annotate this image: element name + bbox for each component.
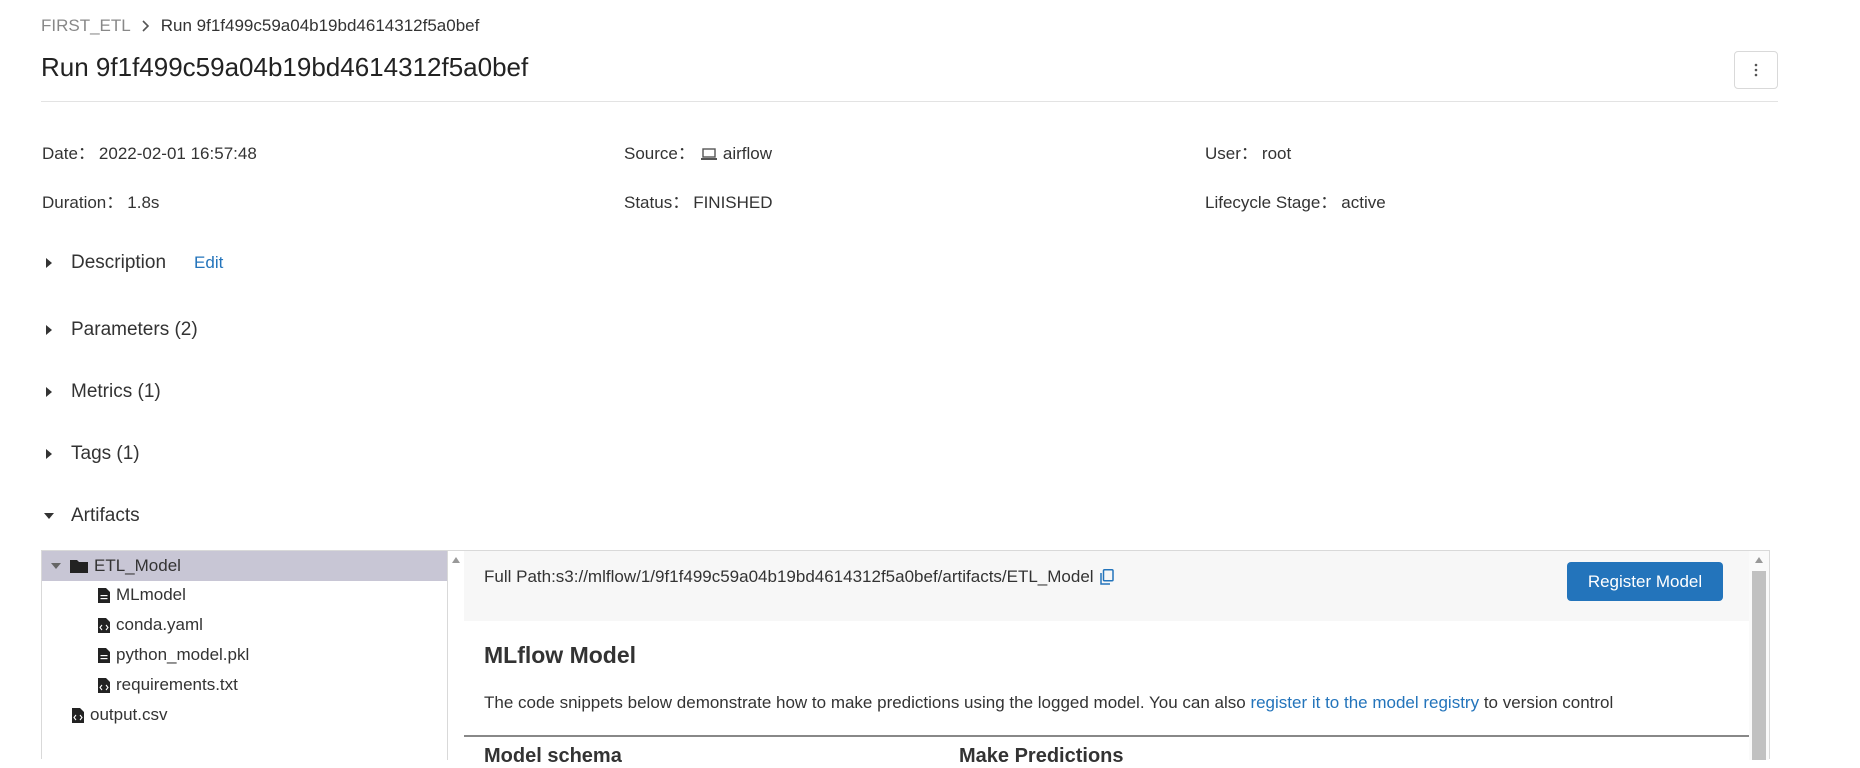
make-predictions-heading: Make Predictions: [959, 745, 1124, 767]
meta-duration: Duration： 1.8s: [42, 188, 159, 213]
edit-description-link[interactable]: Edit: [194, 253, 223, 273]
laptop-icon: [700, 148, 717, 160]
meta-lifecycle-value: active: [1341, 193, 1386, 212]
file-text-icon: [98, 587, 110, 603]
tree-file-label: conda.yaml: [116, 615, 203, 634]
tree-file-label: requirements.txt: [116, 675, 238, 694]
caret-right-icon: [46, 325, 52, 335]
tree-scrollbar[interactable]: [448, 551, 464, 760]
tree-file[interactable]: output.csv: [72, 705, 168, 725]
meta-user-label: User：: [1205, 144, 1258, 163]
meta-source: Source： airflow: [624, 139, 772, 164]
file-code-icon: [72, 707, 84, 723]
artifact-detail-header: Full Path:s3://mlflow/1/9f1f499c59a04b19…: [464, 551, 1749, 621]
title-divider: [41, 101, 1778, 102]
tree-file-label: output.csv: [90, 705, 168, 724]
file-code-icon: [98, 617, 110, 633]
meta-lifecycle-label: Lifecycle Stage：: [1205, 193, 1338, 212]
section-tags-label: Tags (1): [71, 443, 140, 464]
register-model-button[interactable]: Register Model: [1567, 562, 1723, 601]
meta-lifecycle: Lifecycle Stage： active: [1205, 188, 1386, 213]
scrollbar-thumb[interactable]: [1752, 571, 1766, 760]
copy-icon[interactable]: [1099, 569, 1114, 585]
meta-status: Status： FINISHED: [624, 188, 773, 213]
section-description[interactable]: Description Edit: [41, 252, 223, 274]
meta-duration-value: 1.8s: [127, 193, 160, 212]
section-parameters-label: Parameters (2): [71, 319, 198, 340]
chevron-right-icon: [142, 20, 149, 32]
section-metrics-label: Metrics (1): [71, 381, 161, 402]
meta-duration-label: Duration：: [42, 193, 124, 212]
full-path-text: Full Path:s3://mlflow/1/9f1f499c59a04b19…: [484, 567, 1094, 586]
artifact-detail: Full Path:s3://mlflow/1/9f1f499c59a04b19…: [464, 551, 1769, 767]
section-tags[interactable]: Tags (1): [41, 443, 140, 465]
tree-file[interactable]: requirements.txt: [98, 675, 238, 695]
caret-down-icon: [51, 563, 61, 569]
tree-file[interactable]: conda.yaml: [98, 615, 203, 635]
tree-folder-label: ETL_Model: [94, 556, 181, 575]
artifact-tree: ETL_Model MLmodel conda.yaml python_mode…: [42, 551, 448, 760]
register-model-registry-link[interactable]: register it to the model registry: [1250, 693, 1479, 712]
meta-status-value: FINISHED: [693, 193, 773, 212]
scroll-up-icon: [452, 557, 460, 563]
scroll-up-icon: [1755, 557, 1763, 563]
tree-file-label: python_model.pkl: [116, 645, 250, 664]
meta-source-value: airflow: [722, 144, 772, 163]
model-description-text: The code snippets below demonstrate how …: [484, 693, 1251, 712]
detail-divider: [464, 735, 1749, 737]
meta-date: Date： 2022-02-01 16:57:48: [42, 139, 257, 164]
file-code-icon: [98, 677, 110, 693]
page-title: Run 9f1f499c59a04b19bd4614312f5a0bef: [41, 52, 529, 82]
caret-right-icon: [46, 258, 52, 268]
detail-scrollbar[interactable]: [1749, 551, 1769, 760]
meta-status-label: Status：: [624, 193, 690, 212]
model-description-suffix: to version control: [1479, 693, 1614, 712]
model-schema-heading: Model schema: [484, 745, 622, 767]
meta-user-value: root: [1261, 144, 1292, 163]
tree-file[interactable]: MLmodel: [98, 585, 186, 605]
breadcrumb: FIRST_ETL Run 9f1f499c59a04b19bd4614312f…: [41, 16, 479, 36]
meta-date-value: 2022-02-01 16:57:48: [98, 144, 257, 163]
meta-user: User： root: [1205, 139, 1291, 164]
section-artifacts-label: Artifacts: [71, 505, 140, 526]
breadcrumb-experiment-link[interactable]: FIRST_ETL: [41, 16, 131, 36]
section-artifacts[interactable]: Artifacts: [41, 505, 140, 527]
caret-right-icon: [46, 387, 52, 397]
tree-file-label: MLmodel: [116, 585, 186, 604]
section-description-label: Description: [71, 252, 167, 273]
artifacts-panel: ETL_Model MLmodel conda.yaml python_mode…: [41, 550, 1770, 767]
meta-date-label: Date：: [42, 144, 95, 163]
model-description: The code snippets below demonstrate how …: [484, 693, 1613, 713]
section-metrics[interactable]: Metrics (1): [41, 381, 161, 403]
meta-source-label: Source：: [624, 144, 695, 163]
section-parameters[interactable]: Parameters (2): [41, 319, 198, 341]
tree-folder-etl-model[interactable]: ETL_Model: [42, 551, 447, 581]
caret-down-icon: [44, 513, 54, 519]
folder-icon: [70, 560, 88, 573]
caret-right-icon: [46, 449, 52, 459]
more-actions-button[interactable]: [1734, 51, 1778, 89]
file-text-icon: [98, 647, 110, 663]
breadcrumb-current: Run 9f1f499c59a04b19bd4614312f5a0bef: [160, 16, 480, 35]
full-path: Full Path:s3://mlflow/1/9f1f499c59a04b19…: [484, 567, 1114, 587]
tree-file[interactable]: python_model.pkl: [98, 645, 249, 665]
more-vertical-icon: [1754, 63, 1758, 77]
model-title: MLflow Model: [484, 642, 637, 668]
